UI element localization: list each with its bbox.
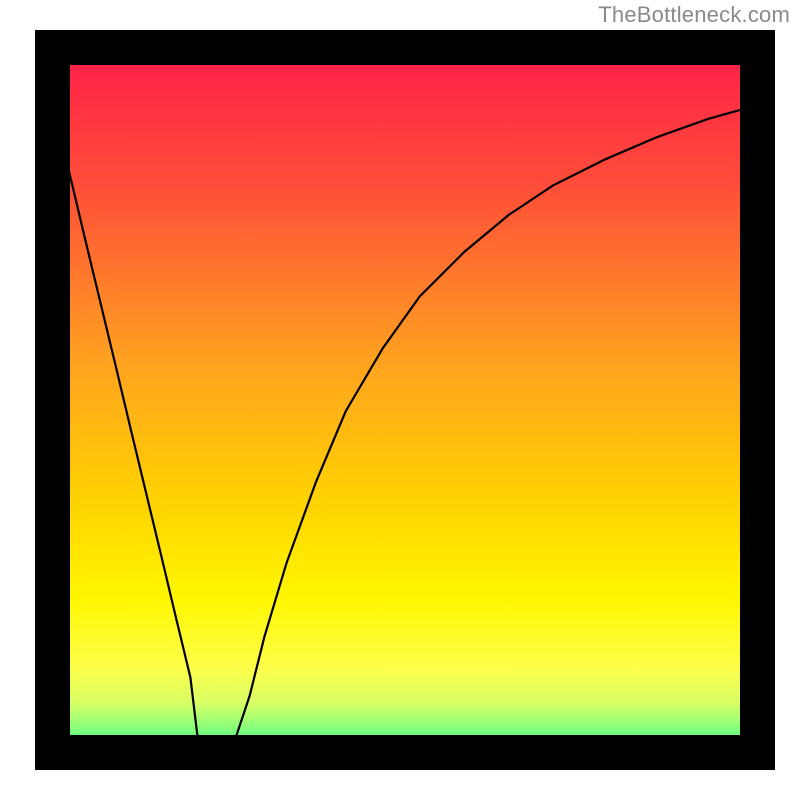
watermark-text: TheBottleneck.com <box>598 2 790 28</box>
bottleneck-chart <box>0 0 800 800</box>
chart-gradient-background <box>53 48 758 753</box>
